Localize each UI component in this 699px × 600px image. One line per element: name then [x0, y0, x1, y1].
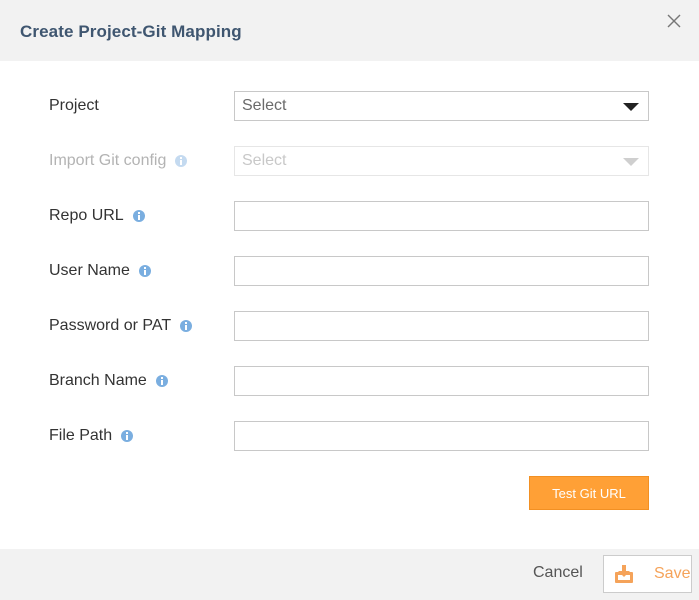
info-icon[interactable]: [138, 265, 151, 277]
dialog-header: Create Project-Git Mapping: [0, 0, 699, 61]
save-button[interactable]: Save: [603, 555, 692, 593]
file-path-label: File Path: [49, 426, 134, 446]
import-git-config-select-value: Select: [242, 152, 287, 169]
project-label: Project: [49, 97, 99, 114]
cancel-button[interactable]: Cancel: [533, 564, 583, 582]
user-name-input[interactable]: [234, 256, 649, 286]
user-name-label: User Name: [49, 261, 151, 281]
info-icon: [175, 155, 188, 167]
import-git-config-label: Import Git config: [49, 151, 188, 171]
save-button-label: Save: [654, 565, 691, 582]
branch-name-label: Branch Name: [49, 371, 168, 391]
dialog-footer: [0, 549, 699, 600]
repo-url-input[interactable]: [234, 201, 649, 231]
chevron-down-icon: [623, 103, 639, 111]
close-icon[interactable]: [664, 11, 684, 31]
info-icon[interactable]: [155, 375, 168, 387]
dialog-title: Create Project-Git Mapping: [20, 22, 242, 41]
chevron-down-icon: [623, 158, 639, 166]
project-select[interactable]: Select: [234, 91, 649, 121]
repo-url-label: Repo URL: [49, 206, 145, 226]
info-icon[interactable]: [132, 210, 145, 222]
save-icon: [615, 565, 633, 583]
password-input[interactable]: [234, 311, 649, 341]
file-path-input[interactable]: [234, 421, 649, 451]
info-icon[interactable]: [180, 320, 193, 332]
project-select-value: Select: [242, 97, 287, 114]
password-label: Password or PAT: [49, 316, 193, 336]
info-icon[interactable]: [121, 430, 134, 442]
test-git-url-button[interactable]: Test Git URL: [529, 476, 649, 510]
import-git-config-select: Select: [234, 146, 649, 176]
branch-name-input[interactable]: [234, 366, 649, 396]
